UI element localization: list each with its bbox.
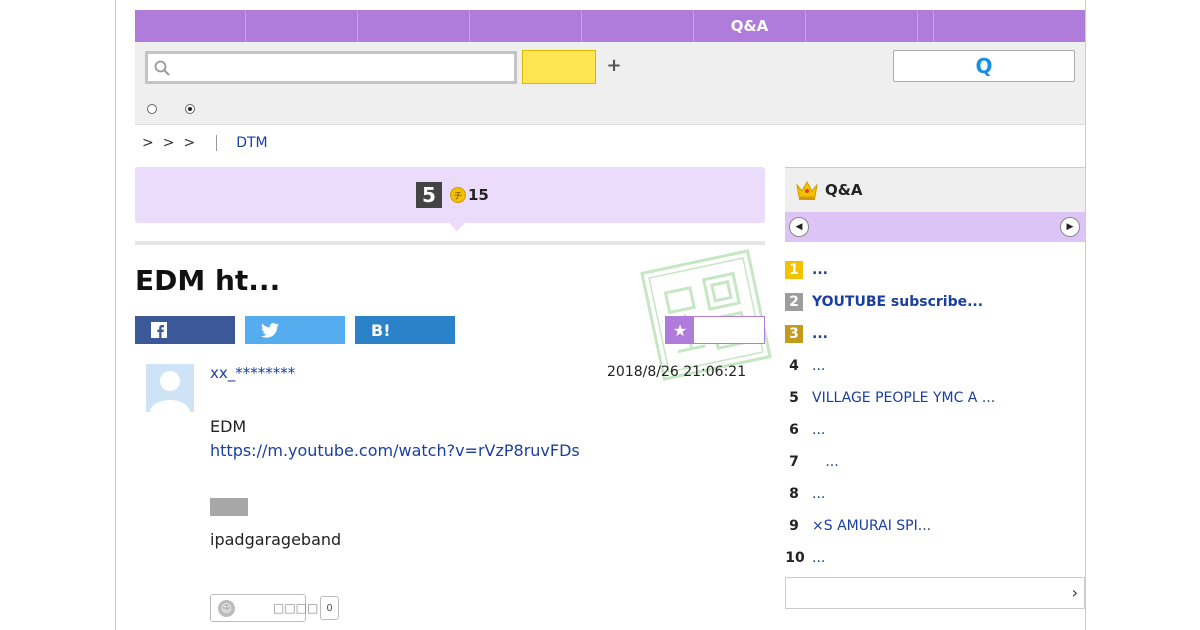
nav-item-7[interactable] xyxy=(806,10,918,42)
qa-button-label: Q xyxy=(975,54,993,78)
like-count: 0 xyxy=(320,596,339,620)
ranking-item-text[interactable]: VILLAGE PEOPLE YMC A ... xyxy=(812,390,995,406)
breadcrumb-separator: > xyxy=(142,135,154,151)
avatar[interactable] xyxy=(146,364,194,412)
page: Q&A + Q > > > DTM 5 チ 15 EDM ht... B! ★ … xyxy=(116,10,1085,630)
like-button[interactable]: ☺ □□□□ xyxy=(210,594,318,622)
ranking-item-text[interactable]: ×S AMURAI SPI... xyxy=(812,518,931,534)
rank-number: 6 xyxy=(789,422,799,438)
nav-item-3[interactable] xyxy=(358,10,470,42)
nav-item-1[interactable] xyxy=(135,10,246,42)
ask-question-button[interactable]: Q xyxy=(893,50,1075,82)
breadcrumb-divider xyxy=(216,135,218,151)
rank-number: 7 xyxy=(789,454,799,470)
rank-number: 9 xyxy=(789,518,799,534)
question-body-line: ipadgarageband xyxy=(210,530,342,549)
ranking-item-text[interactable]: YOUTUBE subscribe... xyxy=(812,294,983,310)
ranking-item[interactable]: 1... xyxy=(785,254,1085,286)
facebook-share-button[interactable] xyxy=(135,316,235,344)
facebook-icon xyxy=(151,322,167,338)
ranking-item[interactable]: 7 ... xyxy=(785,446,1085,478)
nav-item-2[interactable] xyxy=(246,10,358,42)
ranking-item[interactable]: 9 ×S AMURAI SPI... xyxy=(785,510,1085,542)
qa-ranking: Q&A ◀ ▶ 1... 2 YOUTUBE subscribe... 3... … xyxy=(785,167,1085,609)
search-button[interactable] xyxy=(522,50,596,84)
rank-number: 10 xyxy=(785,550,805,566)
status-box-pointer xyxy=(449,223,465,231)
divider xyxy=(135,241,765,245)
plus-icon[interactable]: + xyxy=(606,56,622,76)
search-icon xyxy=(154,60,170,76)
rank-number: 2 xyxy=(785,293,803,311)
star-icon: ★ xyxy=(666,317,694,343)
rank-number: 8 xyxy=(789,486,799,502)
ranking-list: 1... 2 YOUTUBE subscribe... 3... 4... 5 VI… xyxy=(785,254,1085,574)
search-scope-radio-2[interactable] xyxy=(185,104,195,114)
ranking-item-text[interactable]: ... xyxy=(812,358,825,374)
coin-value: 15 xyxy=(468,186,489,204)
ranking-item-text[interactable]: ... xyxy=(812,262,828,278)
question-title: EDM ht... xyxy=(135,264,281,297)
favorite-button[interactable]: ★ xyxy=(665,316,765,344)
ranking-item[interactable]: 5 VILLAGE PEOPLE YMC A ... xyxy=(785,382,1085,414)
youtube-link[interactable]: https://m.youtube.com/watch?v=rVzP8ruvFD… xyxy=(210,441,580,460)
search-area: + Q xyxy=(135,42,1085,125)
crown-icon xyxy=(796,180,818,200)
question-status: 5 チ 15 xyxy=(416,181,489,209)
chevron-right-icon: › xyxy=(1071,583,1078,602)
redacted-block xyxy=(210,498,248,516)
default-user-icon xyxy=(150,371,190,412)
ranking-item-text[interactable]: ... xyxy=(812,326,828,342)
ranking-title: Q&A xyxy=(825,181,863,199)
search-box xyxy=(145,51,517,84)
question-status-box: 5 チ 15 xyxy=(135,167,765,231)
ranking-item-text[interactable]: ... xyxy=(812,486,825,502)
question-body-line: EDM xyxy=(210,417,247,436)
hatena-icon: B! xyxy=(371,320,391,340)
username-link[interactable]: xx_******** xyxy=(210,364,295,382)
breadcrumb-separator: > xyxy=(162,135,175,151)
ranking-item[interactable]: 8... xyxy=(785,478,1085,510)
ranking-item[interactable]: 6... xyxy=(785,414,1085,446)
search-scope-radio-1[interactable] xyxy=(147,104,157,114)
right-gutter xyxy=(1085,0,1200,630)
ranking-item[interactable]: 2 YOUTUBE subscribe... xyxy=(785,286,1085,318)
ranking-item[interactable]: 3... xyxy=(785,318,1085,350)
nav-item-qa[interactable]: Q&A xyxy=(694,10,806,42)
twitter-share-button[interactable] xyxy=(245,316,345,344)
rank-number: 3 xyxy=(785,325,803,343)
breadcrumb: > > > DTM xyxy=(142,134,268,152)
ranking-header: Q&A xyxy=(785,167,1085,212)
ranking-item[interactable]: 4... xyxy=(785,350,1085,382)
twitter-icon xyxy=(261,322,279,338)
post-date: 2018/8/26 21:06:21 xyxy=(607,364,747,380)
ranking-item-text[interactable]: ... xyxy=(812,550,825,566)
ranking-item-text[interactable]: ... xyxy=(812,454,838,470)
ranking-item-text[interactable]: ... xyxy=(812,422,825,438)
coin-icon: チ xyxy=(450,187,466,203)
top-nav: Q&A xyxy=(135,10,1085,42)
rank-number: 4 xyxy=(789,358,799,374)
breadcrumb-category-link[interactable]: DTM xyxy=(236,135,267,151)
nav-item-4[interactable] xyxy=(470,10,582,42)
rank-number: 1 xyxy=(785,261,803,279)
ranking-more-button[interactable]: › xyxy=(785,577,1085,609)
nav-item-9[interactable] xyxy=(934,10,1085,42)
smile-icon: ☺ xyxy=(218,600,235,617)
search-input[interactable] xyxy=(176,56,510,80)
ranking-tabs: ◀ ▶ xyxy=(785,212,1085,242)
nav-item-5[interactable] xyxy=(582,10,694,42)
ranking-item[interactable]: 10... xyxy=(785,542,1085,574)
left-gutter xyxy=(0,0,116,630)
breadcrumb-separator: > xyxy=(183,135,196,151)
hatena-bookmark-button[interactable]: B! xyxy=(355,316,455,344)
like-label: □□□□ xyxy=(273,601,319,615)
next-arrow-icon[interactable]: ▶ xyxy=(1060,217,1080,237)
prev-arrow-icon[interactable]: ◀ xyxy=(789,217,809,237)
rank-number: 5 xyxy=(789,390,799,406)
answer-count-badge: 5 xyxy=(416,182,442,208)
nav-item-8[interactable] xyxy=(918,10,934,42)
